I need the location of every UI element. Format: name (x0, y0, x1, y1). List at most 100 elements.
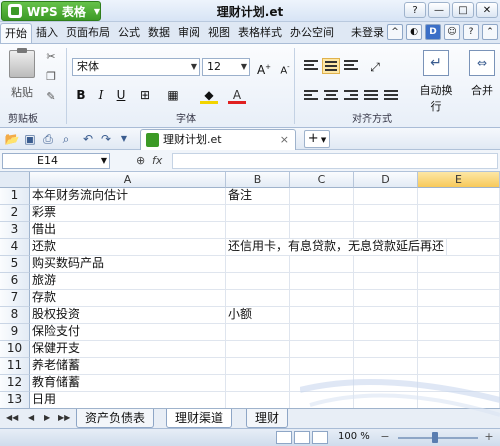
tab-office-space[interactable]: 办公空间 (286, 23, 338, 43)
normal-view-icon[interactable] (276, 431, 292, 444)
italic-button[interactable]: I (92, 86, 110, 104)
table-cell[interactable] (418, 375, 500, 392)
page-layout-view-icon[interactable] (294, 431, 310, 444)
justify-icon[interactable] (362, 88, 380, 104)
font-size-select[interactable]: 12 ▼ (202, 58, 250, 76)
text-direction-icon[interactable]: ⤢ (366, 58, 384, 76)
table-cell[interactable] (290, 290, 354, 307)
align-left-icon[interactable] (302, 88, 320, 104)
table-cell[interactable]: 股权投资 (30, 307, 226, 324)
table-cell[interactable] (418, 188, 500, 205)
table-cell[interactable] (418, 341, 500, 358)
table-cell[interactable]: 存款 (30, 290, 226, 307)
zoom-out-icon[interactable]: − (378, 430, 392, 444)
table-cell[interactable] (226, 256, 290, 273)
avatar-icon[interactable]: ☺ (444, 24, 460, 40)
tab-start[interactable]: 开始 (0, 23, 32, 43)
row-header[interactable]: 13 (0, 392, 30, 408)
tab-data[interactable]: 数据 (144, 23, 174, 43)
row-header[interactable]: 4 (0, 239, 30, 256)
table-cell[interactable] (290, 358, 354, 375)
name-box[interactable]: E14 ▼ (2, 153, 110, 169)
skin-icon[interactable]: ◐ (406, 24, 422, 40)
row-header[interactable]: 2 (0, 205, 30, 222)
close-tab-icon[interactable]: × (280, 130, 289, 150)
font-color-icon[interactable]: A (228, 86, 246, 104)
table-cell[interactable] (418, 324, 500, 341)
table-cell[interactable] (354, 222, 418, 239)
sheet-tab-assets[interactable]: 资产负债表 (76, 409, 155, 428)
table-cell[interactable] (226, 375, 290, 392)
table-cell[interactable] (290, 188, 354, 205)
table-cell[interactable]: 旅游 (30, 273, 226, 290)
chevron-down-icon[interactable]: ▼ (116, 131, 132, 147)
table-cell[interactable] (226, 358, 290, 375)
row-header[interactable]: 9 (0, 324, 30, 341)
align-center-icon[interactable] (322, 88, 340, 104)
tab-formulas[interactable]: 公式 (114, 23, 144, 43)
row-header[interactable]: 3 (0, 222, 30, 239)
tab-view[interactable]: 视图 (204, 23, 234, 43)
zoom-slider[interactable] (398, 437, 478, 439)
distributed-icon[interactable] (382, 88, 400, 104)
column-header-c[interactable]: C (290, 172, 354, 188)
table-cell[interactable] (290, 205, 354, 222)
align-bottom-icon[interactable] (342, 58, 360, 74)
new-tab-button[interactable]: + ▼ (304, 130, 330, 148)
table-cell[interactable] (226, 324, 290, 341)
table-cell[interactable] (354, 307, 418, 324)
row-header[interactable]: 1 (0, 188, 30, 205)
table-cell[interactable] (354, 358, 418, 375)
table-cell[interactable] (226, 290, 290, 307)
table-cell[interactable] (290, 307, 354, 324)
align-right-icon[interactable] (342, 88, 360, 104)
sheet-tab-channels[interactable]: 理财渠道 (166, 409, 233, 428)
tab-review[interactable]: 审阅 (174, 23, 204, 43)
table-cell[interactable] (354, 324, 418, 341)
caret-up-icon[interactable]: ^ (387, 24, 403, 40)
row-header[interactable]: 5 (0, 256, 30, 273)
font-family-select[interactable]: 宋体 ▼ (72, 58, 200, 76)
table-cell[interactable] (226, 341, 290, 358)
underline-button[interactable]: U (112, 86, 130, 104)
cut-icon[interactable]: ✂ (44, 50, 58, 64)
table-cell[interactable]: 还款 (30, 239, 226, 256)
redo-icon[interactable]: ↷ (98, 131, 114, 147)
row-header[interactable]: 7 (0, 290, 30, 307)
column-header-e[interactable]: E (418, 172, 500, 188)
help-icon[interactable]: ? (463, 24, 479, 40)
insert-function-icon[interactable]: fx (152, 154, 162, 167)
bold-button[interactable]: B (72, 86, 90, 104)
table-cell[interactable] (418, 222, 500, 239)
column-header-a[interactable]: A (30, 172, 226, 188)
column-header-d[interactable]: D (354, 172, 418, 188)
table-cell[interactable]: 小额 (226, 307, 290, 324)
table-cell[interactable] (354, 256, 418, 273)
table-cell[interactable] (418, 392, 500, 408)
login-link[interactable]: 未登录 (351, 24, 384, 40)
table-cell[interactable] (290, 392, 354, 408)
close-button[interactable]: ✕ (476, 2, 498, 18)
table-cell[interactable]: 还信用卡，有息贷款，无息贷款延后再还 (226, 239, 448, 256)
format-painter-icon[interactable]: ✎ (44, 90, 58, 104)
tab-page-layout[interactable]: 页面布局 (62, 23, 114, 43)
row-header[interactable]: 6 (0, 273, 30, 290)
spreadsheet-grid[interactable]: A B C D E 1 本年财务流向估计 备注 2 彩票 3 借出 4 还款 还信用卡，有息贷款，无息贷款延… (0, 172, 500, 408)
table-cell[interactable] (354, 375, 418, 392)
table-cell[interactable] (354, 188, 418, 205)
zoom-slider-handle[interactable] (432, 432, 438, 443)
copy-icon[interactable]: ❐ (44, 70, 58, 84)
tab-table-style[interactable]: 表格样式 (234, 23, 286, 43)
table-cell[interactable]: 本年财务流向估计 (30, 188, 226, 205)
table-cell[interactable] (418, 256, 500, 273)
zoom-in-icon[interactable]: + (482, 430, 496, 444)
tab-insert[interactable]: 插入 (32, 23, 62, 43)
sheet-tab-finance[interactable]: 理财 (246, 409, 289, 428)
row-header[interactable]: 8 (0, 307, 30, 324)
decrease-font-icon[interactable]: A- (276, 58, 294, 76)
save-icon[interactable]: ▣ (22, 131, 38, 147)
table-cell[interactable] (418, 205, 500, 222)
table-cell[interactable] (290, 341, 354, 358)
document-tab[interactable]: 理财计划.et × (140, 129, 296, 150)
maximize-button[interactable]: □ (452, 2, 474, 18)
